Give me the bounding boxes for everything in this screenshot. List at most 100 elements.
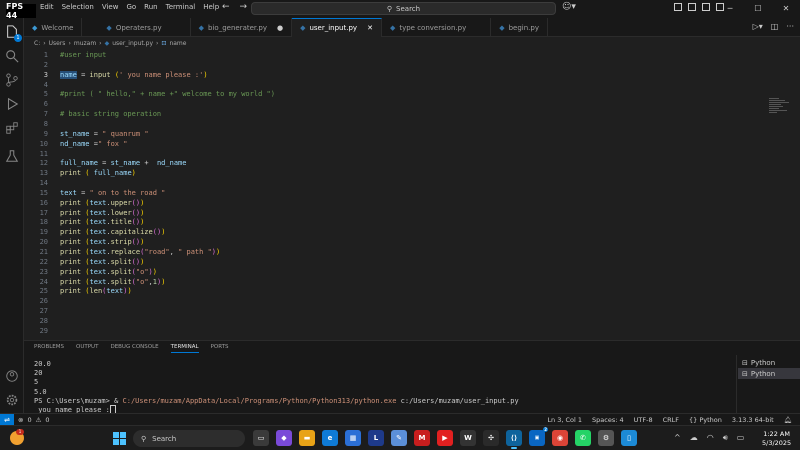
code-line[interactable]: 26 [24,296,744,306]
code-line[interactable]: 27 [24,306,744,316]
code-line[interactable]: 15 text = " on to the road " [24,188,744,198]
minimize-icon[interactable]: ─ [716,0,744,18]
source-control-icon[interactable] [4,72,20,88]
code-line[interactable]: 5 #print ( " hello," + name +" welcome to… [24,89,744,99]
tab-welcome[interactable]: ◆ Welcome [24,18,83,37]
minimap[interactable] [769,98,791,118]
tab-terminal[interactable]: TERMINAL [170,344,199,353]
lenovo-app-icon[interactable]: L [368,430,384,446]
problems-status[interactable]: ⊗ 0 ⚠ 0 [18,416,50,424]
language-mode[interactable]: {} Python [689,416,722,424]
code-line[interactable]: 17 print (text.lower()) [24,208,744,218]
extensions-icon[interactable] [4,120,20,136]
code-line[interactable]: 13 print ( full_name) [24,168,744,178]
tab-user-input[interactable]: ◆ user_input.py ✕ [292,18,382,37]
pen-app-icon[interactable]: ✎ [391,430,407,446]
tab-problems[interactable]: PROBLEMS [34,344,64,353]
menu-help[interactable]: Help [203,3,219,11]
forward-arrow-icon[interactable]: → [240,2,248,12]
cloud-icon[interactable]: ☁ [690,433,698,443]
copilot-app-icon[interactable]: ◆ [276,430,292,446]
tab-bio-generater[interactable]: ◆ bio_generater.py ● [191,18,293,37]
code-editor[interactable]: 1 #user input 2 3 name = input (' you name p… [24,48,800,338]
volume-icon[interactable]: 🔊︎ [723,433,728,443]
code-line[interactable]: 18 print (text.title()) [24,217,744,227]
settings-gear-icon[interactable] [4,392,20,408]
vscode-taskbar-icon[interactable]: ⟨⟩ [506,430,522,449]
code-line[interactable]: 4 [24,80,744,90]
tab-ports[interactable]: PORTS [211,344,229,353]
menu-run[interactable]: Run [144,3,157,11]
more-actions-icon[interactable]: ··· [786,22,794,31]
code-line[interactable]: 25 print (len(text)) [24,286,744,296]
menu-edit[interactable]: Edit [40,3,54,11]
code-line[interactable]: 21 print (text.replace("road", " path ")) [24,247,744,257]
split-editor-icon[interactable]: ◫ [771,22,779,31]
code-line[interactable]: 14 [24,178,744,188]
run-python-icon[interactable]: ▷▾ [753,22,763,31]
wifi-icon[interactable]: ◠ [707,433,714,443]
phone-link-icon[interactable]: ▯ [621,430,637,446]
accounts-icon[interactable] [4,368,20,384]
breadcrumb-muzam[interactable]: muzam [74,40,96,47]
store-icon[interactable]: ▦ [345,430,361,446]
code-line[interactable]: 20 print (text.strip()) [24,237,744,247]
wikipedia-icon[interactable]: W [460,430,476,446]
unsaved-dot-icon[interactable]: ● [277,24,283,32]
tab-begin[interactable]: ◆ begin.py [491,18,548,37]
code-line[interactable]: 16 print (text.upper()) [24,198,744,208]
tab-debug-console[interactable]: DEBUG CONSOLE [110,344,158,353]
code-line[interactable]: 22 print (text.split()) [24,257,744,267]
toggle-secondary-sidebar-icon[interactable] [702,3,710,11]
settings-app-icon[interactable]: ⚙ [598,430,614,446]
code-line[interactable]: 19 print (text.capitalize()) [24,227,744,237]
menu-terminal[interactable]: Terminal [166,3,196,11]
menu-view[interactable]: View [102,3,119,11]
menu-go[interactable]: Go [126,3,136,11]
taskbar-search[interactable]: ⚲ Search [133,430,245,447]
code-line[interactable]: 23 print (text.split("o")) [24,267,744,277]
clock[interactable]: 1:22 AM 5/3/2025 [762,430,791,448]
menu-selection[interactable]: Selection [62,3,94,11]
tab-type-conversion[interactable]: ◆ type conversion.py [382,18,492,37]
chrome-icon[interactable]: ◉ [552,430,568,446]
code-line[interactable]: 2 [24,60,744,70]
breadcrumb-file[interactable]: user_input.py [112,40,153,47]
task-view-icon[interactable]: ▭ [253,430,269,446]
back-arrow-icon[interactable]: ← [222,2,230,12]
cursor-position[interactable]: Ln 3, Col 1 [547,416,582,424]
close-tab-icon[interactable]: ✕ [367,24,373,32]
notifications-bell-icon[interactable]: 🔔︎ [784,416,792,424]
file-explorer-icon[interactable]: ▬ [299,430,315,446]
code-line[interactable]: 11 [24,149,744,159]
indentation[interactable]: Spaces: 4 [592,416,624,424]
whatsapp-icon[interactable]: ✆ [575,430,591,446]
code-line[interactable]: 12 full_name = st_name + nd_name [24,158,744,168]
code-line[interactable]: 28 [24,316,744,326]
tab-output[interactable]: OUTPUT [76,344,98,353]
toggle-panel-icon[interactable] [688,3,696,11]
line-ending[interactable]: CRLF [663,416,679,424]
breadcrumb-users[interactable]: Users [49,40,66,47]
toggle-primary-sidebar-icon[interactable] [674,3,682,11]
code-line[interactable]: 1 #user input [24,50,744,60]
maximize-icon[interactable]: ☐ [744,0,772,18]
code-line[interactable]: 9 st_name = " quanrum " [24,129,744,139]
terminal-instance[interactable]: ⊟ Python [738,368,800,379]
python-interpreter[interactable]: 3.13.3 64-bit [732,416,774,424]
code-line[interactable]: 7 # basic string operation [24,109,744,119]
edge-browser-icon[interactable]: e [322,430,338,446]
testing-flask-icon[interactable] [4,148,20,164]
code-line[interactable]: 24 print (text.split("o",1)) [24,277,744,287]
explorer-icon[interactable]: 1 [4,24,22,42]
encoding[interactable]: UTF-8 [634,416,653,424]
code-line[interactable]: 6 [24,99,744,109]
show-hidden-icons-icon[interactable]: ^ [674,433,681,443]
breadcrumb-symbol[interactable]: name [169,40,186,47]
close-icon[interactable]: ✕ [772,0,800,18]
code-line[interactable]: 10 nd_name =" fox " [24,139,744,149]
battery-icon[interactable]: ▭ [737,433,745,443]
terminal-output[interactable]: 20.0 20 5 5.0 PS C:\Users\muzam> & C:/Users/… [34,360,519,416]
breadcrumb-drive[interactable]: C: [34,40,40,47]
chat-app-icon[interactable]: ▣ 2 [529,427,548,446]
